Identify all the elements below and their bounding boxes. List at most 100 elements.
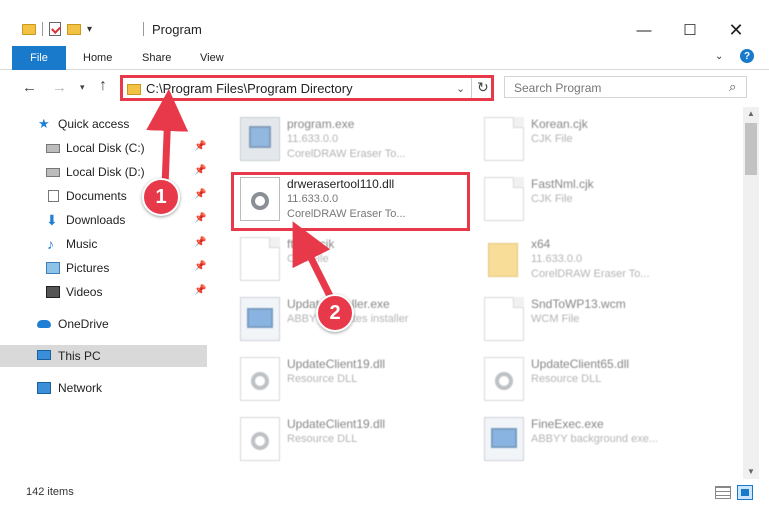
search-box[interactable]: Search Program ⌕ bbox=[504, 76, 747, 98]
pin-icon[interactable]: 📌 bbox=[194, 237, 206, 248]
folder-icon bbox=[488, 243, 518, 277]
sidebar-item-label: Videos bbox=[66, 285, 103, 299]
search-icon[interactable]: ⌕ bbox=[729, 79, 736, 95]
new-folder-icon[interactable] bbox=[67, 23, 81, 35]
cloud-icon bbox=[37, 320, 51, 328]
file-item[interactable]: UpdateClient19.dll Resource DLL bbox=[234, 351, 479, 411]
pin-icon[interactable]: 📌 bbox=[194, 165, 206, 176]
pin-icon[interactable]: 📌 bbox=[194, 189, 206, 200]
file-item[interactable]: FastNml.cjk CJK File bbox=[478, 171, 723, 231]
file-item[interactable]: ftcom.cjk CJK File bbox=[234, 231, 479, 291]
program-icon bbox=[484, 417, 524, 461]
file-list: program.exe 11.633.0.0 CorelDRAW Eraser … bbox=[210, 107, 743, 479]
documents-icon bbox=[48, 190, 59, 202]
item-count: 142 items bbox=[26, 486, 74, 498]
sidebar-item-quick-access[interactable]: ★ Quick access bbox=[0, 113, 207, 135]
tab-share[interactable]: Share bbox=[142, 46, 171, 70]
sidebar-item-network[interactable]: Network bbox=[0, 377, 207, 399]
sidebar-item-downloads[interactable]: ⬇ Downloads 📌 bbox=[0, 209, 207, 231]
quick-access-toolbar: ▾ bbox=[22, 22, 92, 36]
file-item[interactable]: FineExec.exe ABBYY background exe... bbox=[478, 411, 723, 471]
sidebar-item-local-disk-c[interactable]: Local Disk (C:) 📌 bbox=[0, 137, 207, 159]
file-name: FineExec.exe bbox=[531, 417, 604, 431]
address-history-chevron-icon[interactable]: ⌄ bbox=[456, 82, 465, 95]
close-button[interactable]: ✕ bbox=[713, 18, 759, 42]
file-item[interactable]: UpdateClient19.dll Resource DLL bbox=[234, 411, 479, 471]
tiles-view-icon[interactable] bbox=[737, 485, 753, 500]
download-icon: ⬇ bbox=[46, 212, 58, 228]
pin-icon[interactable]: 📌 bbox=[194, 141, 206, 152]
file-name: FastNml.cjk bbox=[531, 177, 594, 191]
search-placeholder[interactable]: Search Program bbox=[514, 81, 601, 95]
file-item[interactable]: UpdateInstaller.exe ABBYY Updates instal… bbox=[234, 291, 479, 351]
computer-icon bbox=[37, 350, 51, 360]
customize-toolbar-dropdown-icon[interactable]: ▾ bbox=[87, 24, 92, 35]
dll-gear-icon bbox=[240, 417, 280, 461]
expand-ribbon-chevron-icon[interactable]: ⌄ bbox=[715, 51, 723, 62]
scrollbar-thumb[interactable] bbox=[745, 123, 757, 175]
document-icon bbox=[240, 237, 280, 281]
file-item[interactable]: program.exe 11.633.0.0 CorelDRAW Eraser … bbox=[234, 111, 479, 171]
file-item[interactable]: x64 11.633.0.0 CorelDRAW Eraser To... bbox=[478, 231, 723, 291]
sidebar-item-music[interactable]: ♪ Music 📌 bbox=[0, 233, 207, 255]
sidebar-item-label: Local Disk (D:) bbox=[66, 165, 145, 179]
tab-home[interactable]: Home bbox=[83, 46, 112, 70]
document-icon bbox=[484, 297, 524, 341]
sidebar-item-this-pc[interactable]: This PC bbox=[0, 345, 207, 367]
file-item[interactable]: UpdateClient65.dll Resource DLL bbox=[478, 351, 723, 411]
file-name: UpdateClient19.dll bbox=[287, 357, 386, 371]
pin-icon[interactable]: 📌 bbox=[194, 213, 206, 224]
up-arrow-icon[interactable]: ↑ bbox=[99, 77, 107, 95]
file-type: CJK File bbox=[531, 193, 573, 205]
sidebar-item-label: Music bbox=[66, 237, 98, 251]
vertical-scrollbar[interactable]: ▲ ▼ bbox=[743, 107, 759, 479]
file-name: program.exe bbox=[287, 117, 355, 131]
step-2-badge: 2 bbox=[316, 294, 354, 332]
star-icon: ★ bbox=[38, 116, 50, 131]
properties-icon[interactable] bbox=[49, 22, 61, 36]
sidebar-item-label: Documents bbox=[66, 189, 127, 203]
window-title: Program bbox=[152, 22, 202, 37]
scroll-down-arrow-icon[interactable]: ▼ bbox=[747, 467, 755, 476]
sidebar-item-label: Pictures bbox=[66, 261, 110, 275]
file-name: x64 bbox=[531, 237, 551, 251]
sidebar-item-onedrive[interactable]: OneDrive bbox=[0, 313, 207, 335]
file-type: Resource DLL bbox=[531, 373, 602, 385]
sidebar-item-pictures[interactable]: Pictures 📌 bbox=[0, 257, 207, 279]
file-name: UpdateClient65.dll bbox=[531, 357, 630, 371]
scroll-up-arrow-icon[interactable]: ▲ bbox=[747, 109, 755, 118]
music-icon: ♪ bbox=[47, 236, 54, 252]
toolbar-separator bbox=[42, 22, 43, 36]
sidebar-item-local-disk-d[interactable]: Local Disk (D:) 📌 bbox=[0, 161, 207, 183]
sidebar-item-label: Downloads bbox=[66, 213, 126, 227]
help-icon[interactable]: ? bbox=[740, 49, 754, 63]
tab-file[interactable]: File bbox=[12, 46, 66, 70]
refresh-icon[interactable]: ↻ bbox=[477, 79, 489, 96]
installer-icon bbox=[240, 297, 280, 341]
file-version: 11.633.0.0 bbox=[287, 133, 339, 145]
pin-icon[interactable]: 📌 bbox=[194, 261, 206, 272]
maximize-button[interactable]: ☐ bbox=[667, 18, 713, 42]
pin-icon[interactable]: 📌 bbox=[194, 285, 206, 296]
details-view-icon[interactable] bbox=[715, 486, 731, 499]
file-name: UpdateClient19.dll bbox=[287, 417, 386, 431]
forward-arrow-icon[interactable]: → bbox=[52, 79, 67, 96]
tab-view[interactable]: View bbox=[200, 46, 224, 70]
file-description: CorelDRAW Eraser To... bbox=[531, 268, 650, 280]
file-type: CJK File bbox=[531, 133, 573, 145]
sidebar-item-label: Quick access bbox=[58, 117, 130, 131]
file-name: SndToWP13.wcm bbox=[531, 297, 626, 311]
highlight-rectangle bbox=[231, 172, 470, 231]
recent-locations-chevron-icon[interactable]: ▾ bbox=[80, 82, 85, 93]
file-item[interactable]: Korean.cjk CJK File bbox=[478, 111, 723, 171]
file-item[interactable]: SndToWP13.wcm WCM File bbox=[478, 291, 723, 351]
minimize-button[interactable]: — bbox=[621, 18, 667, 42]
title-bar: ▾ Program — ☐ ✕ bbox=[0, 0, 769, 44]
navigation-bar: ← → ▾ ↑ C:\Program Files\Program Directo… bbox=[0, 71, 769, 105]
sidebar-item-videos[interactable]: Videos 📌 bbox=[0, 281, 207, 303]
back-arrow-icon[interactable]: ← bbox=[22, 79, 37, 96]
address-path[interactable]: C:\Program Files\Program Directory bbox=[146, 81, 353, 96]
sidebar-item-label: This PC bbox=[58, 349, 101, 363]
address-bar[interactable]: C:\Program Files\Program Directory ⌄ ↻ bbox=[120, 75, 494, 101]
ribbon-tabs: File Home Share View ⌄ ? bbox=[0, 44, 769, 70]
